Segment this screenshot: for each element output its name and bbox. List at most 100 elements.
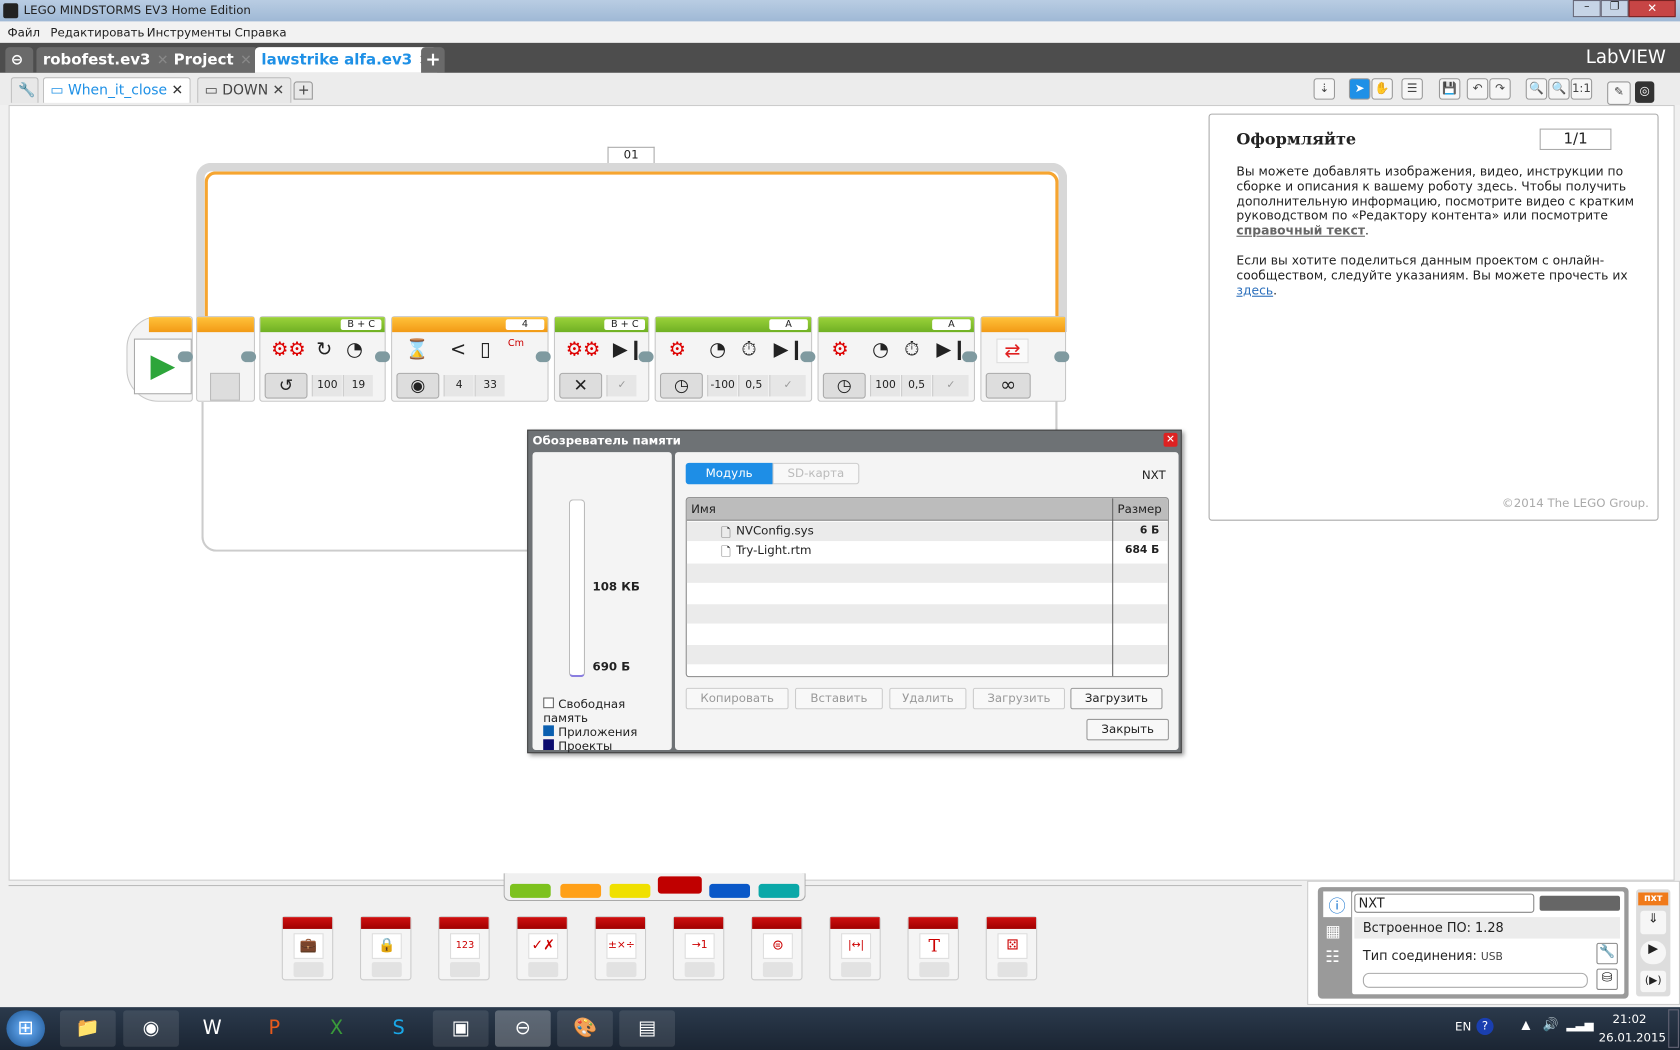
tab-sd-card[interactable]: SD-карта (772, 462, 860, 485)
network-icon[interactable]: ▂▃▅ (1566, 1018, 1593, 1032)
category-advanced[interactable] (709, 883, 751, 898)
language-indicator[interactable]: EN (1455, 1020, 1471, 1034)
project-properties-wrench-icon[interactable]: 🔧 (10, 77, 39, 103)
close-window-button[interactable]: ✕ (1628, 0, 1676, 18)
mode-ultrasonic-icon[interactable]: ◉ (396, 372, 440, 399)
close-icon[interactable]: ✕ (273, 83, 285, 99)
port-label[interactable]: B + C (604, 319, 646, 331)
brake-check-icon[interactable]: ✓ (769, 375, 806, 397)
move-steering-block[interactable]: B + C ⚙⚙ ↻ ◔ ↺ 100 19 (259, 316, 386, 402)
help-text-link[interactable]: справочный текст (1236, 223, 1365, 238)
mode-rotations-icon[interactable]: ↺ (264, 372, 308, 399)
brick-settings-wrench-icon[interactable]: 🔧 (1596, 942, 1618, 965)
content-editor-pencil-icon[interactable]: ✎ (1607, 81, 1631, 106)
sequence-connector[interactable] (638, 351, 654, 363)
param-value[interactable]: 19 (342, 375, 373, 397)
port-label[interactable]: A (932, 319, 971, 331)
menu-help[interactable]: Справка (235, 26, 287, 40)
close-icon[interactable]: ✕ (240, 53, 252, 69)
explorer-icon[interactable]: 📁 (60, 1010, 116, 1047)
range-block[interactable]: |↔| (829, 916, 881, 981)
project-tab[interactable]: Project ✕ (167, 47, 259, 73)
undo-icon[interactable]: ↶ (1466, 78, 1489, 100)
sequence-connector[interactable] (535, 351, 551, 363)
show-desktop-button[interactable] (1668, 1009, 1679, 1048)
variable-block[interactable]: 💼 (281, 916, 334, 981)
comment-icon[interactable]: ☰ (1401, 78, 1423, 100)
brick-info-icon[interactable]: ⓘ (1323, 891, 1352, 918)
available-bricks-tab-icon[interactable]: ☷ (1325, 947, 1339, 966)
constant-block[interactable]: 🔒 (360, 916, 412, 981)
random-block[interactable]: ⚄ (985, 916, 1038, 981)
menu-tools[interactable]: Инструменты (147, 26, 231, 40)
redo-icon[interactable]: ↷ (1489, 78, 1511, 100)
wait-block[interactable]: 4 ⌛ < ▯ Cm ◉ 4 33 (391, 316, 549, 402)
sequence-connector[interactable] (800, 351, 816, 363)
clock-time[interactable]: 21:02 (1613, 1013, 1647, 1027)
add-project-button[interactable]: + (421, 47, 445, 73)
logic-block[interactable]: ✓✗ (516, 916, 568, 981)
project-tab-active[interactable]: lawstrike alfa.ev3✕ (255, 47, 437, 73)
category-flow[interactable] (560, 883, 602, 898)
table-row[interactable]: 🗋 NVConfig.sys 6 Б (686, 521, 1168, 542)
mode-seconds-icon[interactable]: ◷ (822, 372, 866, 399)
param-power[interactable]: -100 (707, 375, 738, 397)
category-data-active[interactable] (657, 876, 702, 894)
copy-button[interactable]: Копировать (685, 687, 789, 710)
start-button[interactable]: ⊞ (6, 1010, 46, 1047)
category-myblocks[interactable] (758, 883, 800, 898)
pan-hand-icon[interactable]: ✋ (1371, 78, 1393, 100)
category-sensor[interactable] (609, 883, 651, 898)
program-tab[interactable]: ▭ DOWN ✕ (197, 77, 292, 103)
array-block[interactable]: 123 (438, 916, 490, 981)
medium-motor-block[interactable]: A ⚙ ◔ ⏱ ▶❙ ◷ 100 0,5 ✓ (817, 316, 976, 402)
paint-icon[interactable]: 🎨 (557, 1010, 613, 1047)
table-row[interactable]: 🗋 Try-Light.rtm 684 Б (687, 541, 1168, 560)
save-icon[interactable]: 💾 (1438, 78, 1461, 100)
move-steering-off-block[interactable]: B + C ⚙⚙ ▶❙ ✕ ✓ (553, 316, 650, 402)
powerpoint-icon[interactable]: P (246, 1010, 302, 1046)
column-name[interactable]: Имя (691, 503, 716, 517)
delete-button[interactable]: Удалить (889, 687, 967, 710)
param-seconds[interactable]: 0,5 (738, 375, 769, 397)
download-run-icon[interactable]: ▶ (1640, 940, 1667, 965)
port-label[interactable]: 4 (505, 319, 545, 331)
loop-label[interactable]: 01 (607, 146, 655, 164)
sequence-connector[interactable] (177, 351, 193, 363)
show-hidden-icons[interactable]: ▲ (1521, 1018, 1530, 1032)
close-icon[interactable]: ✕ (172, 83, 184, 99)
text-block[interactable]: T (907, 916, 959, 981)
chrome-icon[interactable]: ◉ (123, 1010, 179, 1047)
zoom-in-icon[interactable]: 🔍 (1548, 78, 1570, 100)
page-counter[interactable]: 1/1 (1539, 128, 1612, 151)
add-program-button[interactable]: + (293, 81, 313, 100)
here-link[interactable]: здесь (1236, 282, 1273, 298)
clock-date[interactable]: 26.01.2015 (1599, 1031, 1666, 1045)
skype-icon[interactable]: S (371, 1010, 427, 1046)
ev3-app-icon[interactable]: ⊖ (495, 1010, 551, 1047)
port-view-icon[interactable]: ◎ (1635, 81, 1655, 103)
mode-seconds-icon[interactable]: ◷ (660, 372, 703, 399)
excel-icon[interactable]: X (309, 1010, 365, 1046)
param-compare[interactable]: 4 (443, 375, 474, 397)
param-power[interactable]: 100 (311, 375, 342, 397)
sequence-connector[interactable] (375, 351, 391, 363)
loop-end-block[interactable]: ⇄ ∞ (980, 316, 1067, 402)
round-block[interactable]: →1 (672, 916, 725, 981)
lobby-icon[interactable]: ⊖ (5, 47, 34, 73)
brake-check-icon[interactable]: ✓ (932, 375, 969, 397)
download-icon[interactable]: ⇣ (1313, 78, 1336, 100)
menu-edit[interactable]: Редактировать (50, 26, 144, 40)
brake-check-icon[interactable]: ✓ (606, 375, 637, 397)
port-label[interactable]: A (769, 319, 808, 331)
param-seconds[interactable]: 0,5 (901, 375, 932, 397)
upload-button[interactable]: Загрузить (972, 687, 1066, 710)
photo-app-icon[interactable]: ▣ (432, 1010, 489, 1047)
download-icon[interactable]: ⇓ (1640, 910, 1667, 935)
play-icon[interactable]: ▶ (133, 338, 192, 395)
loop-mode-unlimited[interactable]: ∞ (985, 372, 1031, 399)
dialog-close-icon[interactable]: ✕ (1163, 432, 1178, 447)
run-selected-icon[interactable]: (▶) (1640, 970, 1667, 993)
volume-icon[interactable]: 🔊 (1543, 1017, 1559, 1032)
medium-motor-block[interactable]: A ⚙ ◔ ⏱ ▶❙ ◷ -100 0,5 ✓ (654, 316, 813, 402)
